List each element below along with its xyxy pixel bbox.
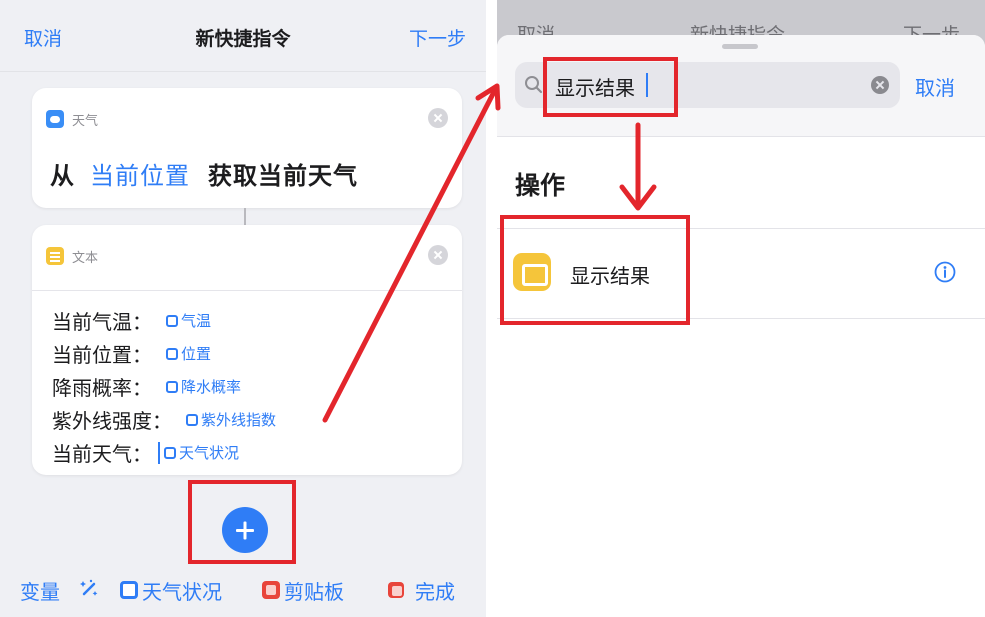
done-button[interactable]: 完成: [415, 576, 455, 605]
variables-button[interactable]: 变量: [20, 576, 60, 605]
text-action-card[interactable]: 文本 当前气温： 气温 当前位置： 位置 降雨概率： 降水概率 紫外线强度： 紫…: [32, 225, 462, 475]
variable-token-label: 降水概率: [181, 378, 242, 396]
text-line[interactable]: 当前天气： 天气状况: [52, 436, 276, 469]
weather-variable-icon: [164, 446, 176, 459]
weather-variable-icon: [166, 314, 178, 327]
annotation-highlight-box: [188, 480, 296, 564]
text-line[interactable]: 降雨概率： 降水概率: [52, 370, 276, 403]
weather-icon: [46, 110, 64, 128]
search-cancel-button[interactable]: 取消: [915, 72, 955, 101]
next-button[interactable]: 下一步: [409, 24, 466, 51]
text-line-label: 紫外线强度：: [52, 409, 172, 433]
variable-icon[interactable]: [388, 582, 404, 598]
variable-token[interactable]: 天气状况: [164, 442, 239, 463]
text-line[interactable]: 当前气温： 气温: [52, 304, 276, 337]
variable-token-label: 气温: [181, 312, 212, 330]
weather-variable-icon: [186, 413, 198, 426]
variable-token[interactable]: 气温: [166, 310, 211, 331]
annotation-highlight-box: [500, 215, 690, 325]
action-search-panel: 取消 新快捷指令 下一步 显示结果 取消 操作 显示结果: [497, 0, 985, 617]
card-divider: [32, 290, 462, 291]
close-icon[interactable]: [428, 245, 448, 265]
variable-token-label: 紫外线指数: [201, 411, 277, 429]
weather-variable-icon: [120, 581, 138, 599]
page-title: 新快捷指令: [195, 28, 291, 50]
weather-variable-icon: [166, 380, 178, 393]
text-cursor: [158, 441, 160, 464]
clipboard-variable[interactable]: 剪贴板: [284, 576, 344, 605]
action-connector: [244, 208, 246, 225]
section-title: 操作: [515, 171, 566, 200]
text-icon: [46, 247, 64, 265]
location-parameter[interactable]: 当前位置: [90, 156, 190, 191]
weather-variable-icon: [166, 347, 178, 360]
text-line[interactable]: 紫外线强度： 紫外线指数: [52, 403, 276, 436]
annotation-highlight-box: [543, 57, 678, 117]
section-divider: [497, 136, 985, 137]
cancel-button[interactable]: 取消: [24, 24, 62, 51]
action-app-label: 文本: [72, 251, 99, 266]
action-app-label: 天气: [72, 114, 99, 129]
text-editor[interactable]: 当前气温： 气温 当前位置： 位置 降雨概率： 降水概率 紫外线强度： 紫外线指…: [52, 304, 276, 469]
text-line-label: 当前位置：: [52, 343, 152, 367]
text-line-label: 降雨概率：: [52, 376, 152, 400]
text-line-label: 当前天气：: [52, 442, 152, 466]
variable-token[interactable]: 紫外线指数: [186, 409, 276, 430]
variable-token[interactable]: 位置: [166, 343, 211, 364]
actions-sheet: 显示结果 取消 操作 显示结果: [497, 35, 985, 617]
close-icon[interactable]: [428, 108, 448, 128]
sheet-grabber[interactable]: [722, 44, 758, 49]
get-weather-action-card[interactable]: 天气 从 当前位置 获取当前天气: [32, 88, 462, 208]
variable-token[interactable]: 降水概率: [166, 376, 241, 397]
navigation-bar: 取消 新快捷指令 下一步: [0, 0, 486, 72]
text-line[interactable]: 当前位置： 位置: [52, 337, 276, 370]
weather-condition-variable[interactable]: 天气状况: [142, 576, 222, 605]
action-text-prefix: 从: [50, 162, 75, 190]
search-icon: [525, 76, 543, 94]
text-line-label: 当前气温：: [52, 310, 152, 334]
shortcut-editor-panel: 取消 新快捷指令 下一步 天气 从 当前位置 获取当前天气 文本 当前气温： 气…: [0, 0, 486, 617]
variable-token-label: 天气状况: [179, 444, 240, 462]
info-icon[interactable]: [934, 261, 956, 283]
variable-token-label: 位置: [181, 345, 212, 363]
clear-icon[interactable]: [871, 76, 889, 94]
magic-wand-icon[interactable]: [78, 578, 100, 600]
action-text: 获取当前天气: [208, 162, 358, 190]
clipboard-icon: [262, 581, 280, 599]
